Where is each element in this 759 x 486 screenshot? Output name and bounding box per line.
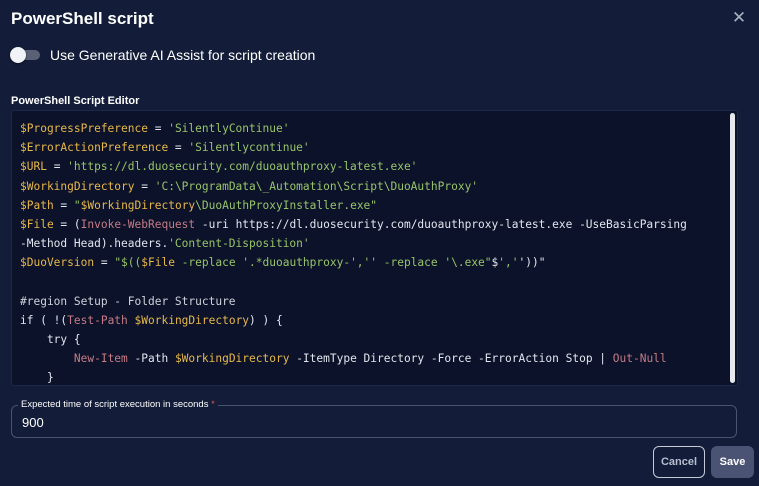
code-line: $DuoVersion = "$(($File -replace '.*duoa… [20, 256, 546, 270]
code-line: #region Setup - Folder Structure [20, 294, 236, 308]
code-line: $Path = "$WorkingDirectory\DuoAuthProxyI… [20, 198, 378, 212]
dialog-title: PowerShell script [11, 9, 154, 28]
close-icon[interactable]: ✕ [731, 9, 747, 27]
editor-label: PowerShell Script Editor [11, 95, 140, 107]
code-line: New-Item -Path $WorkingDirectory -ItemTy… [73, 352, 667, 366]
execution-time-field[interactable]: Expected time of script execution in sec… [11, 399, 737, 438]
script-editor[interactable]: $ProgressPreference = 'SilentlyContinue'… [11, 110, 738, 386]
code-line: $ProgressPreference = 'SilentlyContinue' [20, 122, 290, 135]
code-line: -Method Head).headers.'Content-Dispositi… [20, 237, 310, 251]
script-code[interactable]: $ProgressPreference = 'SilentlyContinue'… [20, 119, 717, 385]
code-line: $ErrorActionPreference = 'Silentlycontin… [20, 141, 310, 155]
execution-time-input[interactable] [22, 415, 722, 430]
code-line: try { [20, 333, 81, 347]
editor-scrollbar[interactable] [730, 113, 735, 383]
code-line: $WorkingDirectory = 'C:\ProgramData\_Aut… [20, 179, 479, 193]
code-line: $URL = 'https://dl.duosecurity.com/duoau… [20, 160, 418, 174]
save-button[interactable]: Save [711, 446, 754, 478]
cancel-button[interactable]: Cancel [653, 446, 705, 478]
toggle-knob [10, 47, 26, 63]
ai-assist-label: Use Generative AI Assist for script crea… [50, 47, 316, 63]
execution-time-label: Expected time of script execution in sec… [18, 399, 218, 411]
ai-assist-toggle[interactable] [10, 47, 40, 63]
code-line: if ( !(Test-Path $WorkingDirectory) ) { [20, 313, 283, 327]
code-line: $File = (Invoke-WebRequest -uri https://… [20, 217, 687, 231]
ai-assist-row: Use Generative AI Assist for script crea… [10, 47, 315, 63]
required-marker: * [211, 399, 215, 410]
code-line: } [20, 371, 54, 385]
